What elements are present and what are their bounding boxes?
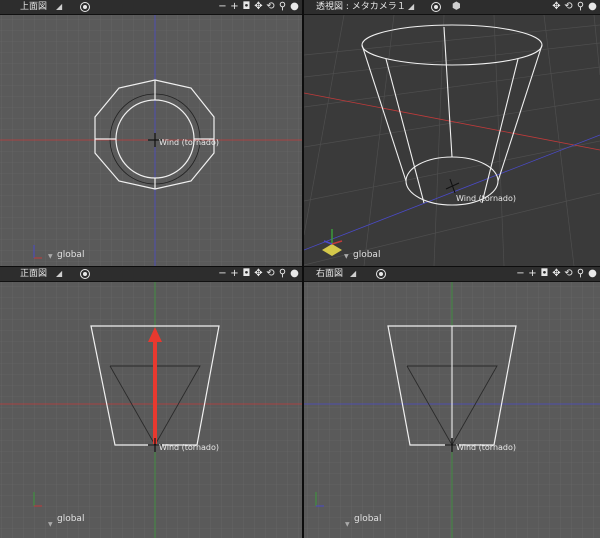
front-view-canvas[interactable]: Wind (tornado) xyxy=(0,282,302,538)
rotate-view-icon[interactable]: ⟲ xyxy=(563,268,574,280)
viewport-front[interactable]: 正面図 ◢ − + ◘ ✥ ⟲ ⚲ ● Wind (tornado) ▼ glo… xyxy=(0,267,302,538)
view-title: 透視図 : メタカメラ１ xyxy=(316,2,406,12)
shading-sphere-icon[interactable]: ● xyxy=(587,1,598,13)
space-dropdown-arrow[interactable]: ▼ xyxy=(48,253,53,260)
view-toolbar: − + ◘ ✥ ⟲ ⚲ ● xyxy=(217,0,300,14)
viewport-right[interactable]: 右面図 ◢ − + ◘ ✥ ⟲ ⚲ ● Wind (tornado) ▼ glo… xyxy=(304,267,600,538)
view-display-icon[interactable] xyxy=(431,2,441,12)
zoom-in-icon[interactable]: + xyxy=(527,268,538,280)
cube-icon[interactable]: ⬢ xyxy=(452,0,461,14)
viewport-top[interactable]: 上面図 ◢ − + ◘ ✥ ⟲ ⚲ ● Wind (tornado) ▼ glo… xyxy=(0,0,302,266)
rotate-view-icon[interactable]: ⟲ xyxy=(563,1,574,13)
move-view-icon[interactable]: ✥ xyxy=(253,1,264,13)
view-display-icon[interactable] xyxy=(376,269,386,279)
space-dropdown-arrow[interactable]: ▼ xyxy=(344,253,349,260)
space-label[interactable]: global xyxy=(354,514,381,524)
viewport-header: 右面図 ◢ − + ◘ ✥ ⟲ ⚲ ● xyxy=(304,267,600,282)
right-view-canvas[interactable]: Wind (tornado) xyxy=(304,282,600,538)
viewport-header: 上面図 ◢ − + ◘ ✥ ⟲ ⚲ ● xyxy=(0,0,302,15)
zoom-in-icon[interactable]: + xyxy=(229,1,240,13)
camera-icon[interactable]: ◘ xyxy=(241,1,252,13)
zoom-view-icon[interactable]: ⚲ xyxy=(575,1,586,13)
space-label[interactable]: global xyxy=(57,514,84,524)
zoom-out-icon[interactable]: − xyxy=(217,1,228,13)
zoom-out-icon[interactable]: − xyxy=(217,268,228,280)
move-view-icon[interactable]: ✥ xyxy=(253,268,264,280)
object-label: Wind (tornado) xyxy=(456,194,516,203)
view-menu-marker[interactable]: ◢ xyxy=(56,267,62,281)
view-display-icon[interactable] xyxy=(80,269,90,279)
viewport-header: 透視図 : メタカメラ１ ◢ ⬢ ✥ ⟲ ⚲ ● xyxy=(304,0,600,15)
perspective-view-canvas[interactable]: Wind (tornado) xyxy=(304,15,600,266)
object-label: Wind (tornado) xyxy=(159,443,219,452)
shading-sphere-icon[interactable]: ● xyxy=(289,268,300,280)
space-label[interactable]: global xyxy=(353,250,380,260)
zoom-view-icon[interactable]: ⚲ xyxy=(575,268,586,280)
view-toolbar: − + ◘ ✥ ⟲ ⚲ ● xyxy=(217,267,300,281)
top-view-canvas[interactable]: Wind (tornado) xyxy=(0,15,302,266)
view-title: 右面図 xyxy=(316,269,344,279)
viewport-header: 正面図 ◢ − + ◘ ✥ ⟲ ⚲ ● xyxy=(0,267,302,282)
space-label[interactable]: global xyxy=(57,250,84,260)
shading-sphere-icon[interactable]: ● xyxy=(587,268,598,280)
space-dropdown-arrow[interactable]: ▼ xyxy=(48,521,53,528)
rotate-view-icon[interactable]: ⟲ xyxy=(265,268,276,280)
view-toolbar: − + ◘ ✥ ⟲ ⚲ ● xyxy=(515,267,598,281)
move-view-icon[interactable]: ✥ xyxy=(551,1,562,13)
zoom-view-icon[interactable]: ⚲ xyxy=(277,1,288,13)
viewport-perspective[interactable]: 透視図 : メタカメラ１ ◢ ⬢ ✥ ⟲ ⚲ ● Wind (tornado) … xyxy=(304,0,600,266)
object-label: Wind (tornado) xyxy=(456,443,516,452)
view-title: 正面図 xyxy=(20,269,48,279)
rotate-view-icon[interactable]: ⟲ xyxy=(265,1,276,13)
view-menu-marker[interactable]: ◢ xyxy=(350,267,356,281)
space-dropdown-arrow[interactable]: ▼ xyxy=(345,521,350,528)
view-menu-marker[interactable]: ◢ xyxy=(408,0,414,14)
shading-sphere-icon[interactable]: ● xyxy=(289,1,300,13)
view-display-icon[interactable] xyxy=(80,2,90,12)
move-view-icon[interactable]: ✥ xyxy=(551,268,562,280)
view-toolbar: ✥ ⟲ ⚲ ● xyxy=(551,0,598,14)
object-label: Wind (tornado) xyxy=(159,138,219,147)
zoom-out-icon[interactable]: − xyxy=(515,268,526,280)
zoom-view-icon[interactable]: ⚲ xyxy=(277,268,288,280)
zoom-in-icon[interactable]: + xyxy=(229,268,240,280)
camera-icon[interactable]: ◘ xyxy=(539,268,550,280)
view-title: 上面図 xyxy=(20,2,48,12)
view-menu-marker[interactable]: ◢ xyxy=(56,0,62,14)
camera-icon[interactable]: ◘ xyxy=(241,268,252,280)
